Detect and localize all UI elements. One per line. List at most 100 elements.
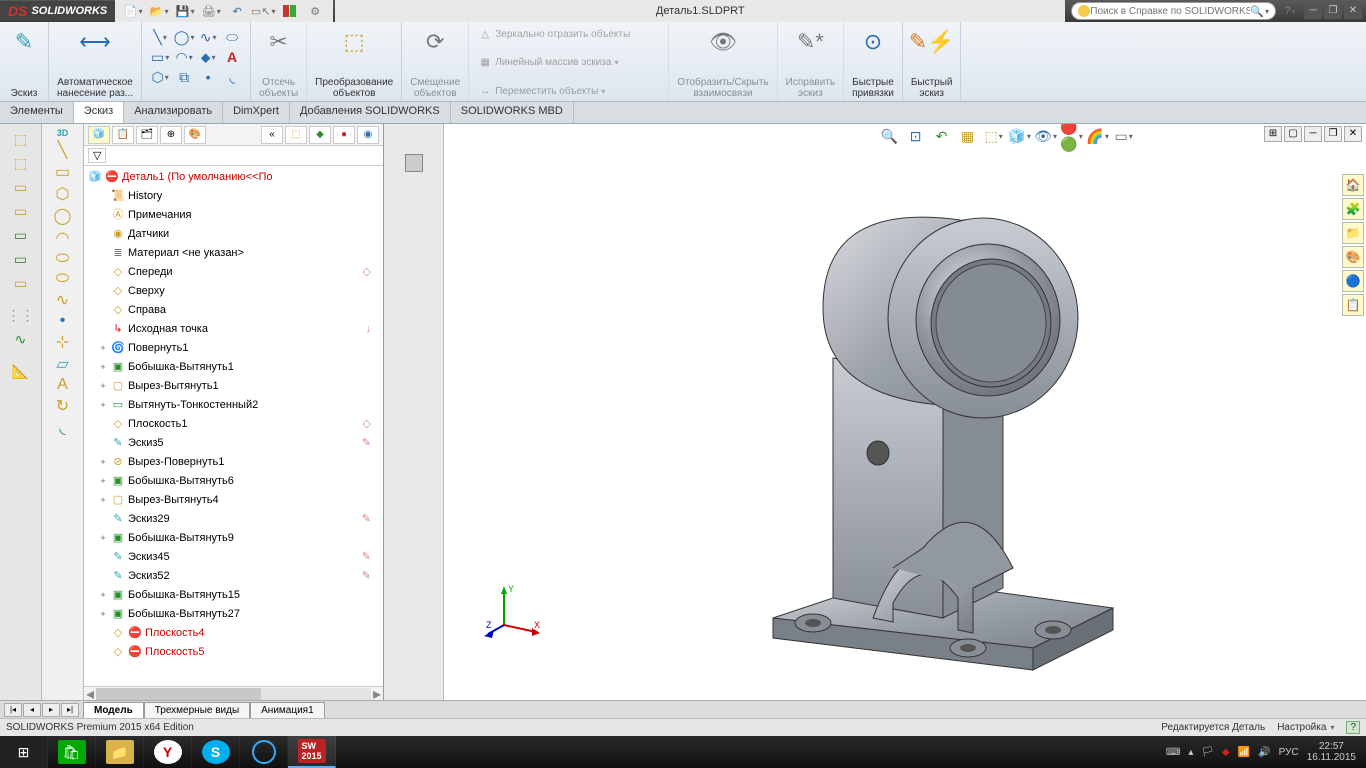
taskpane-resources-button[interactable]: 🏠: [1342, 174, 1364, 196]
taskpane-explorer-button[interactable]: 📁: [1342, 222, 1364, 244]
vp-minimize-button[interactable]: ─: [1304, 126, 1322, 142]
tray-safe-icon[interactable]: ◆: [1222, 747, 1230, 758]
filter-4-button[interactable]: ▭: [10, 200, 32, 222]
expand-icon[interactable]: +: [98, 359, 108, 376]
mtab-prev-button[interactable]: ◂: [23, 703, 41, 717]
tree-extra-3-button[interactable]: ●: [333, 126, 355, 144]
viewport[interactable]: ⊞ ▢ ─ ❐ ✕ 🔍 ⊡ ↶ ▦ ⬚▾ 🧊▾ 👁▾ 🔴🟢▾ 🌈▾ ▭▾ 🏠 🧩…: [444, 124, 1366, 700]
mtab-first-button[interactable]: |◂: [4, 703, 22, 717]
fillet-tool-button[interactable]: ◟: [59, 418, 65, 438]
appearance-button[interactable]: 🔴🟢▾: [1062, 126, 1082, 146]
convert-tool-button[interactable]: ↻: [56, 396, 69, 416]
tab-sketch[interactable]: Эскиз: [74, 102, 124, 123]
search-icon[interactable]: 🔍: [1250, 5, 1264, 18]
tree-item[interactable]: +▣Бобышка-Вытянуть15: [84, 586, 383, 605]
mtab-3dviews[interactable]: Трехмерные виды: [144, 702, 250, 718]
slot-button[interactable]: ⬭: [222, 28, 242, 46]
vp-maximize-button[interactable]: ❐: [1324, 126, 1342, 142]
filter-9-button[interactable]: ∿: [10, 328, 32, 350]
tree-hscroll[interactable]: ◂ ▸: [84, 686, 383, 700]
circle-tool-button[interactable]: ◯: [54, 206, 72, 226]
tree-tab-config[interactable]: 🗂: [136, 126, 158, 144]
taskbar-solidworks[interactable]: SW2015: [288, 736, 336, 768]
vp-close-button[interactable]: ✕: [1344, 126, 1362, 142]
expand-icon[interactable]: +: [98, 340, 108, 357]
status-custom[interactable]: Настройка ▾: [1277, 722, 1334, 733]
hide-show-button[interactable]: 👁▾: [1036, 126, 1056, 146]
circle-button[interactable]: ◯▾: [174, 28, 194, 46]
tree-tab-feature[interactable]: 🧊: [88, 126, 110, 144]
tree-root[interactable]: 🧊 ⛔ Деталь1 (По умолчанию<<По: [84, 168, 383, 187]
tree-collapse-button[interactable]: «: [261, 126, 283, 144]
centerline-button[interactable]: ⊹: [56, 332, 69, 352]
tray-network-icon[interactable]: 📶: [1238, 747, 1250, 758]
tree-item[interactable]: ◇Сверху: [84, 282, 383, 301]
tree-item[interactable]: ≣Материал <не указан>: [84, 244, 383, 263]
tree-tab-display[interactable]: 🎨: [184, 126, 206, 144]
chain-button[interactable]: ⧉: [174, 68, 194, 86]
vp-single-button[interactable]: ▢: [1284, 126, 1302, 142]
point-button[interactable]: •: [198, 68, 218, 86]
expand-icon[interactable]: +: [98, 530, 108, 547]
tree-item[interactable]: ◇⛔Плоскость4: [84, 624, 383, 643]
tree-item[interactable]: ⒶПримечания: [84, 206, 383, 225]
rebuild-button[interactable]: [279, 2, 299, 20]
text-tool-button[interactable]: A: [57, 376, 68, 394]
tree-item[interactable]: ↳Исходная точка↓: [84, 320, 383, 339]
taskbar-explorer[interactable]: 📁: [96, 736, 144, 768]
tree-extra-2-button[interactable]: ◆: [309, 126, 331, 144]
fillet-button[interactable]: ◟: [222, 68, 242, 86]
filter-5-button[interactable]: ▭: [10, 224, 32, 246]
tree-item[interactable]: +🌀Повернуть1: [84, 339, 383, 358]
tree-item[interactable]: ◇Плоскость1◇: [84, 415, 383, 434]
zoom-area-button[interactable]: ⊡: [906, 126, 926, 146]
tree-extra-4-button[interactable]: ◉: [357, 126, 379, 144]
tray-clock[interactable]: 22:57 16.11.2015: [1307, 741, 1356, 763]
taskbar-yandex[interactable]: Y: [144, 736, 192, 768]
close-button[interactable]: ✕: [1344, 3, 1362, 19]
tree-item[interactable]: ✎Эскиз5✎: [84, 434, 383, 453]
tray-volume-icon[interactable]: 🔊: [1258, 747, 1270, 758]
tree-tab-dimxpert[interactable]: ⊕: [160, 126, 182, 144]
tray-up-icon[interactable]: ▴: [1188, 747, 1193, 758]
ribbon-convert[interactable]: ⬚ Преобразование объектов: [307, 22, 402, 101]
ellipse-tool-button[interactable]: ⬭: [56, 250, 70, 268]
tree-tab-property[interactable]: 📋: [112, 126, 134, 144]
rect-button[interactable]: ▭▾: [150, 48, 170, 66]
tab-mbd[interactable]: SOLIDWORKS MBD: [451, 102, 574, 123]
tree-extra-1-button[interactable]: ⬚: [285, 126, 307, 144]
zoom-fit-button[interactable]: 🔍: [880, 126, 900, 146]
tree-item[interactable]: ✎Эскиз45✎: [84, 548, 383, 567]
mtab-last-button[interactable]: ▸|: [61, 703, 79, 717]
tray-keyboard-icon[interactable]: ⌨: [1166, 747, 1180, 758]
measure-button[interactable]: 📐: [10, 360, 32, 382]
expand-icon[interactable]: +: [98, 397, 108, 414]
new-file-button[interactable]: 📄▾: [123, 2, 143, 20]
poly-tool-button[interactable]: ⬡: [56, 184, 70, 204]
ribbon-sketch[interactable]: ✎ Эскиз: [0, 22, 49, 101]
tree-item[interactable]: ◇Справа: [84, 301, 383, 320]
taskpane-palette-button[interactable]: 🎨: [1342, 246, 1364, 268]
expand-icon[interactable]: +: [98, 606, 108, 623]
taskbar-store[interactable]: 🛍: [48, 736, 96, 768]
status-help-button[interactable]: ?: [1346, 721, 1360, 734]
tree-item[interactable]: +⊘Вырез-Повернуть1: [84, 453, 383, 472]
tab-dimxpert[interactable]: DimXpert: [223, 102, 290, 123]
tree-item[interactable]: ✎Эскиз52✎: [84, 567, 383, 586]
filter-8-button[interactable]: ⋮⋮: [10, 304, 32, 326]
help-search[interactable]: 🔍▾: [1071, 2, 1276, 20]
tree-item[interactable]: +▣Бобышка-Вытянуть9: [84, 529, 383, 548]
text-button[interactable]: A: [222, 48, 242, 66]
mtab-model[interactable]: Модель: [83, 702, 144, 718]
tree-item[interactable]: +▢Вырез-Вытянуть1: [84, 377, 383, 396]
taskpane-appearances-button[interactable]: 🔵: [1342, 270, 1364, 292]
mtab-next-button[interactable]: ▸: [42, 703, 60, 717]
options-button[interactable]: ⚙: [305, 2, 325, 20]
print-button[interactable]: 🖨▾: [201, 2, 221, 20]
line-tool-button[interactable]: ╲: [58, 140, 68, 160]
filter-2-button[interactable]: ⬚: [10, 152, 32, 174]
tree-item[interactable]: +▣Бобышка-Вытянуть27: [84, 605, 383, 624]
maximize-button[interactable]: ❐: [1324, 3, 1342, 19]
orientation-triad[interactable]: Y X Z: [484, 580, 544, 640]
view-settings-button[interactable]: ▭▾: [1114, 126, 1134, 146]
